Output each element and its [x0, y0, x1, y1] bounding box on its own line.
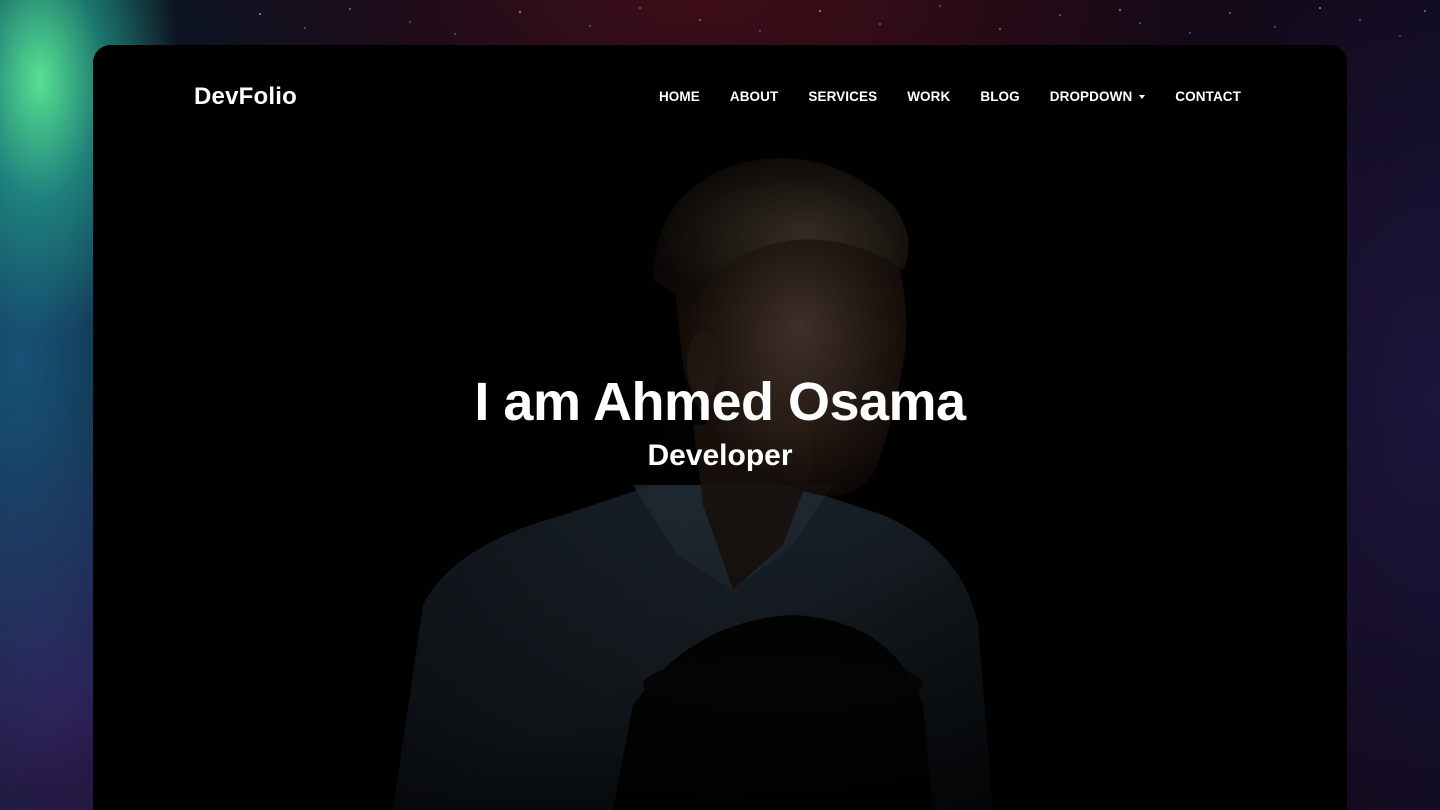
nav-item-label: SERVICES	[808, 89, 878, 104]
caret-down-icon	[1139, 95, 1146, 99]
nav-item-about[interactable]: ABOUT	[730, 89, 779, 104]
nav-item-label: DROPDOWN	[1049, 89, 1133, 104]
nav-item-label: ABOUT	[729, 89, 779, 104]
hero-subtitle: Developer	[647, 439, 793, 472]
nav-menu: HOME ABOUT SERVICES WORK BLOG DROPDOWN C…	[629, 89, 1241, 104]
nav-item-label: HOME	[658, 89, 700, 104]
nav-item-label: CONTACT	[1175, 89, 1241, 104]
hero-title: I am Ahmed Osama	[474, 372, 966, 432]
brand-logo[interactable]: DevFolio	[194, 83, 297, 111]
nav-item-home[interactable]: HOME	[659, 89, 700, 104]
nav-item-contact[interactable]: CONTACT	[1175, 89, 1241, 104]
nav-item-label: WORK	[907, 89, 951, 104]
hero-intro: I am Ahmed Osama Developer	[93, 363, 1347, 479]
nav-item-blog[interactable]: BLOG	[980, 89, 1019, 104]
site-navbar: DevFolio HOME ABOUT SERVICES WORK BLOG D…	[93, 45, 1347, 150]
website-preview-window: DevFolio HOME ABOUT SERVICES WORK BLOG D…	[93, 45, 1347, 810]
nav-item-work[interactable]: WORK	[907, 89, 950, 104]
nav-item-dropdown[interactable]: DROPDOWN	[1050, 89, 1146, 104]
nav-item-services[interactable]: SERVICES	[808, 89, 877, 104]
nav-item-label: BLOG	[980, 89, 1020, 104]
